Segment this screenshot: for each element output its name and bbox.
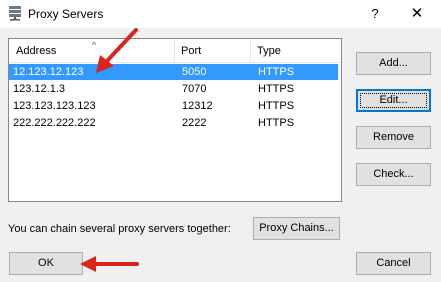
- window-title: Proxy Servers: [28, 7, 104, 21]
- row-type: HTTPS: [258, 83, 295, 95]
- column-label-port: Port: [181, 45, 202, 57]
- row-port: 5050: [182, 66, 207, 78]
- row-type: HTTPS: [258, 100, 295, 112]
- remove-button[interactable]: Remove: [356, 126, 431, 149]
- column-label-address: Address: [16, 45, 57, 57]
- chain-hint-text: You can chain several proxy servers toge…: [8, 223, 231, 235]
- table-row[interactable]: 123.12.1.3 7070 HTTPS: [9, 81, 338, 97]
- proxy-chains-button[interactable]: Proxy Chains...: [253, 217, 340, 240]
- edit-button-label: Edit...: [379, 94, 408, 106]
- row-address: 12.123.12.123: [13, 66, 84, 78]
- row-address: 123.12.1.3: [13, 83, 65, 95]
- table-row[interactable]: 123.123.123.123 12312 HTTPS: [9, 98, 338, 114]
- column-label-type: Type: [257, 45, 281, 57]
- row-port: 7070: [182, 83, 207, 95]
- edit-button[interactable]: Edit...: [356, 89, 431, 112]
- proxy-chains-button-label: Proxy Chains...: [259, 222, 334, 234]
- help-button[interactable]: ?: [362, 3, 388, 25]
- remove-button-label: Remove: [373, 131, 414, 143]
- check-button-label: Check...: [373, 168, 414, 180]
- row-port: 12312: [182, 100, 213, 112]
- cancel-button[interactable]: Cancel: [356, 252, 431, 275]
- column-header-port[interactable]: Port: [175, 40, 251, 62]
- row-type: HTTPS: [258, 117, 295, 129]
- table-row[interactable]: 12.123.12.123 5050 HTTPS: [9, 64, 338, 80]
- row-port: 2222: [182, 117, 207, 129]
- annotation-arrow-icon: [80, 256, 139, 272]
- column-header-type[interactable]: Type: [251, 40, 340, 62]
- add-button[interactable]: Add...: [356, 52, 431, 75]
- server-icon: [9, 6, 21, 21]
- proxy-servers-dialog: Proxy Servers ? ✕ Address ^ Port Type 12…: [0, 0, 441, 282]
- ok-button-label: OK: [38, 257, 54, 269]
- list-header: Address ^ Port Type: [10, 40, 340, 63]
- row-address: 222.222.222.222: [13, 117, 96, 129]
- ok-button[interactable]: OK: [9, 252, 83, 275]
- check-button[interactable]: Check...: [356, 163, 431, 186]
- sort-ascending-icon: ^: [92, 40, 97, 50]
- table-row[interactable]: 222.222.222.222 2222 HTTPS: [9, 115, 338, 131]
- close-button[interactable]: ✕: [402, 3, 432, 25]
- title-bar: Proxy Servers ? ✕: [0, 0, 441, 28]
- row-type: HTTPS: [258, 66, 295, 78]
- row-address: 123.123.123.123: [13, 100, 96, 112]
- add-button-label: Add...: [379, 57, 408, 69]
- cancel-button-label: Cancel: [376, 257, 411, 269]
